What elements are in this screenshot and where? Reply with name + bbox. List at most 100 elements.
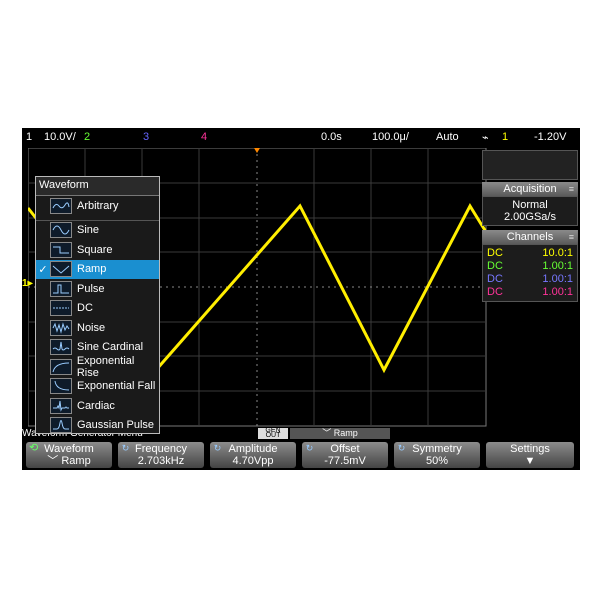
knob-icon: ↻ [213,443,222,453]
ramp-wave-icon [50,261,72,278]
dc-wave-icon [50,300,72,317]
channel-ratio: 10.0:1 [542,247,573,259]
pulse-wave-icon [50,280,72,297]
menu-item-label: Square [77,243,113,256]
softkey-value: 50% [425,455,449,467]
trigger-edge-icon: ⌁ [482,132,489,144]
menu-item-dc[interactable]: DC [36,299,159,319]
menu-item-cardiac[interactable]: Cardiac [36,396,159,416]
ramp-icon: ﹀ [322,428,332,438]
channel-ratio: 1.00:1 [542,260,573,272]
menu-item-label: Arbitrary [77,199,119,212]
settings-softkey[interactable]: Settings ▼ [486,442,574,468]
time-scale[interactable]: 100.0μ/ [372,131,409,143]
waveform-tab[interactable]: ﹀ Ramp [290,428,390,439]
waveform-menu: Waveform Arbitrary Sine Square ✓ Ramp Pu… [35,176,160,434]
menu-item-label: Gaussian Pulse [77,419,155,432]
menu-item-label: Exponential Rise [76,354,135,379]
ch2-number[interactable]: 2 [84,131,90,143]
ch1-ground-marker[interactable]: 1▸ [22,278,33,289]
menu-item-label: Noise [77,321,106,334]
channel-row: DC 1.00:1 [483,286,577,299]
softkey-title: Waveform [44,443,94,455]
softkey-title: Frequency [135,443,187,455]
softkey-bar: ⟲ Waveform ﹀ Ramp ↻ Frequency 2.703kHz ↻… [22,440,580,470]
knob-icon: ↻ [305,443,314,453]
channel-coupling: DC [487,260,503,272]
gen-out-tab[interactable]: GEN OUT [258,427,288,439]
menu-item-noise[interactable]: Noise [36,318,159,338]
menu-item-label: Ramp [77,263,107,276]
menu-item-exponential-rise[interactable]: Exponential Rise [36,354,159,379]
sine-wave-icon [50,222,72,239]
softkey-value: ﹀ Ramp [47,455,91,467]
channel-ratio: 1.00:1 [542,286,573,298]
menu-item-exponential-fall[interactable]: Exponential Fall [36,377,159,397]
softkey-value: 2.703kHz [137,455,185,467]
softkey-title: Symmetry [412,443,462,455]
exp-fall-icon [50,378,72,395]
softkey-value: -77.5mV [324,455,366,467]
channel-row: DC 1.00:1 [483,260,577,273]
submenu-arrow-icon: ▼ [524,455,536,467]
exp-rise-icon [49,358,72,375]
menu-item-pulse[interactable]: Pulse [36,279,159,299]
arbitrary-wave-icon [50,197,72,214]
channels-header: Channels ≡ [482,230,578,244]
menu-item-ramp[interactable]: ✓ Ramp [36,259,159,279]
acquisition-header: Acquisition ≡ [482,182,578,196]
trigger-source: 1 [502,131,509,143]
ch1-scale[interactable]: 10.0V/ [44,131,76,143]
trigger-mode[interactable]: Auto [436,131,459,143]
channel-ratio: 1.00:1 [542,273,573,285]
frequency-softkey[interactable]: ↻ Frequency 2.703kHz [118,442,204,468]
status-bar: 1 10.0V/ 2 3 4 0.0s 100.0μ/ Auto ⌁ 1 -1.… [22,128,580,147]
softkey-title: Amplitude [228,443,278,455]
menu-item-square[interactable]: Square [36,240,159,260]
side-panels: Acquisition ≡ Normal 2.00GSa/s Channels ≡ … [482,150,578,302]
knob-icon: ↻ [397,443,406,453]
amplitude-softkey[interactable]: ↻ Amplitude 4.70Vpp [210,442,296,468]
channel-coupling: DC [487,286,503,298]
square-wave-icon [50,241,72,258]
symmetry-softkey[interactable]: ↻ Symmetry 50% [394,442,480,468]
menu-item-label: Pulse [77,282,105,295]
gaussian-pulse-icon [50,417,72,434]
cardiac-wave-icon [50,397,72,414]
knob-icon: ↻ [121,443,130,453]
softkey-title: Offset [330,443,360,455]
menu-item-sine[interactable]: Sine [36,221,159,241]
noise-wave-icon [50,319,72,336]
menu-item-label: Sine [77,224,100,237]
waveform-menu-title: Waveform [36,177,159,196]
time-delay[interactable]: 0.0s [321,131,342,143]
acquisition-body: Normal 2.00GSa/s [482,196,578,226]
acquisition-mode: Normal [512,199,548,211]
softkey-value: 4.70Vpp [232,455,274,467]
ch3-number[interactable]: 3 [143,131,149,143]
trigger-position-marker [254,148,260,153]
channel-coupling: DC [487,247,503,259]
waveform-softkey[interactable]: ⟲ Waveform ﹀ Ramp [26,442,112,468]
menu-item-label: Exponential Fall [77,380,156,393]
menu-item-label: Cardiac [77,399,115,412]
sinc-wave-icon [50,339,72,356]
channels-body: DC 10.0:1 DC 1.00:1 DC 1.00:1 DC 1.00:1 [482,244,578,302]
softkey-title: Settings [510,443,550,455]
acquisition-rate: 2.00GSa/s [504,211,556,223]
ch4-number[interactable]: 4 [201,131,207,143]
menu-item-label: Sine Cardinal [77,341,144,354]
ramp-icon: ﹀ [47,455,59,467]
trigger-level[interactable]: -1.20V [534,131,566,143]
menu-item-arbitrary[interactable]: Arbitrary [36,196,159,216]
channel-row: DC 10.0:1 [483,247,577,260]
menu-item-gaussian-pulse[interactable]: Gaussian Pulse [36,416,159,436]
check-icon: ✓ [38,263,48,276]
offset-softkey[interactable]: ↻ Offset -77.5mV [302,442,388,468]
return-icon: ⟲ [29,442,39,454]
channel-row: DC 1.00:1 [483,273,577,286]
ch1-number[interactable]: 1 [26,131,32,143]
side-blank [482,150,578,180]
menu-item-label: DC [77,302,93,315]
channel-coupling: DC [487,273,503,285]
